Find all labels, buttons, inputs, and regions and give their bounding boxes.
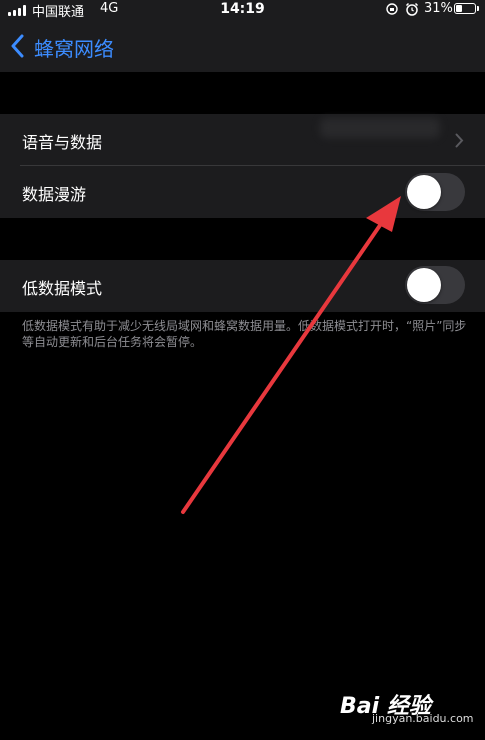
- chevron-right-icon[interactable]: [455, 133, 464, 148]
- alarm-icon: [405, 2, 419, 16]
- row-divider: [20, 165, 485, 166]
- battery-tip: [477, 6, 479, 11]
- rotation-lock-icon: [386, 3, 398, 15]
- battery-icon: [454, 3, 476, 14]
- low-data-mode-label: 低数据模式: [22, 279, 103, 298]
- low-data-mode-toggle[interactable]: [405, 266, 465, 304]
- watermark-url: jingyan.baidu.com: [372, 712, 474, 725]
- data-roaming-label: 数据漫游: [22, 185, 87, 204]
- battery-percentage: 31%: [424, 1, 453, 16]
- annotation-arrow: [181, 196, 401, 514]
- toggle-knob: [407, 268, 441, 302]
- back-button[interactable]: 蜂窝网络: [34, 33, 114, 62]
- blurred-value: [320, 118, 440, 138]
- back-chevron-icon[interactable]: [10, 34, 24, 58]
- low-data-mode-description: 低数据模式有助于减少无线局域网和蜂窝数据用量。低数据模式打开时，“照片”同步等自…: [22, 319, 467, 349]
- voice-data-row[interactable]: 语音与数据: [22, 129, 102, 153]
- toggle-knob: [407, 175, 441, 209]
- data-roaming-toggle[interactable]: [405, 173, 465, 211]
